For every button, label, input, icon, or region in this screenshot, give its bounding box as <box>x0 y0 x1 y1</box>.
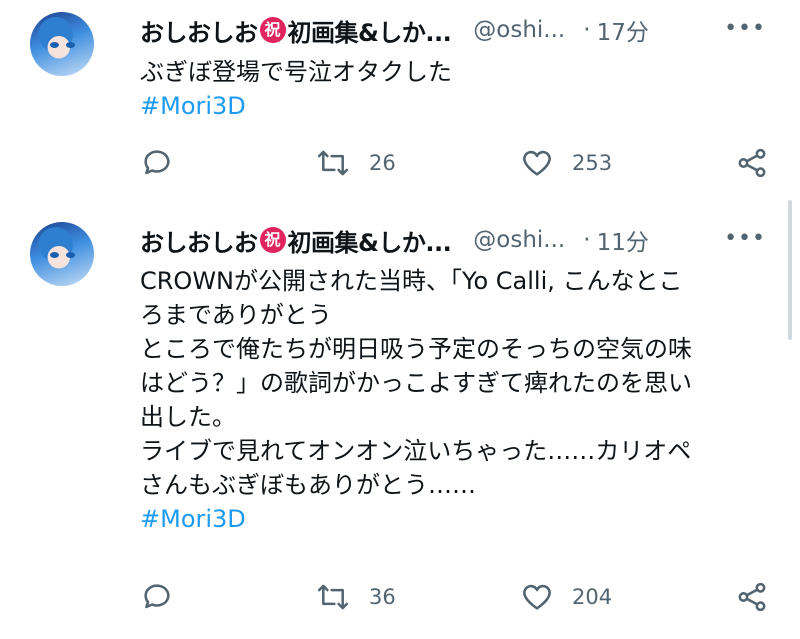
tweet-header: おしおしお 祝 初画集&しか... @oshi... · 11分 <box>140 223 649 258</box>
share-button[interactable] <box>735 146 769 180</box>
avatar[interactable] <box>30 12 94 76</box>
timestamp[interactable]: 11分 <box>597 223 649 257</box>
retweet-icon <box>317 584 349 610</box>
action-bar: 26 253 <box>140 146 780 186</box>
celebration-badge: 祝 <box>259 227 286 253</box>
retweet-count: 36 <box>369 585 396 609</box>
avatar[interactable] <box>30 222 94 286</box>
reply-icon <box>144 584 170 609</box>
action-bar: 36 204 <box>140 580 780 620</box>
tweet-line: ライブで見れてオンオン泣いちゃった……カリオペ <box>140 437 692 465</box>
reply-button[interactable] <box>140 580 192 614</box>
more-icon[interactable]: ••• <box>724 226 766 251</box>
author-name[interactable]: おしおしお <box>140 13 258 48</box>
timestamp[interactable]: 17分 <box>597 13 649 47</box>
scrollbar[interactable] <box>788 200 792 340</box>
tweet-line: 出した。 <box>140 403 236 431</box>
tweet[interactable]: おしおしお 祝 初画集&しか... @oshi... · 17分 ••• ぶぎぼ… <box>0 0 800 210</box>
tweet-line: はどう？」の歌詞がかっこよすぎて痺れたのを思い <box>140 369 692 397</box>
retweet-button[interactable]: 26 <box>315 146 396 180</box>
celebration-badge: 祝 <box>259 17 286 43</box>
share-button[interactable] <box>735 580 769 614</box>
like-count: 253 <box>572 151 613 175</box>
author-handle[interactable]: @oshi... <box>473 227 565 253</box>
tweet-line: ろまでありがとう <box>140 301 332 329</box>
tweet[interactable]: おしおしお 祝 初画集&しか... @oshi... · 11分 ••• CRO… <box>0 210 800 639</box>
tweet-header: おしおしお 祝 初画集&しか... @oshi... · 17分 <box>140 13 649 48</box>
tweet-text: ぶぎぼ登場で号泣オタクした #Mori3D <box>140 55 780 123</box>
tweet-line: ぶぎぼ登場で号泣オタクした <box>140 58 452 86</box>
author-name-suffix[interactable]: 初画集&しか... <box>288 223 452 258</box>
like-count: 204 <box>572 585 613 609</box>
more-icon[interactable]: ••• <box>724 16 766 41</box>
hashtag-link[interactable]: #Mori3D <box>140 502 780 536</box>
retweet-icon <box>317 150 349 176</box>
reply-icon <box>144 150 170 175</box>
reply-button[interactable] <box>140 146 192 180</box>
like-icon <box>523 584 551 610</box>
share-icon <box>738 582 766 612</box>
retweet-count: 26 <box>369 151 396 175</box>
like-button[interactable]: 253 <box>520 146 612 180</box>
like-button[interactable]: 204 <box>520 580 612 614</box>
tweet-line: ところで俺たちが明日吸う予定のそっちの空気の味 <box>140 335 692 363</box>
author-name-suffix[interactable]: 初画集&しか... <box>288 13 452 48</box>
author-name[interactable]: おしおしお <box>140 223 258 258</box>
tweet-line: さんもぶぎぼもありがとう…… <box>140 471 476 499</box>
retweet-button[interactable]: 36 <box>315 580 396 614</box>
hashtag-link[interactable]: #Mori3D <box>140 89 780 123</box>
author-handle[interactable]: @oshi... <box>473 17 565 43</box>
tweet-line: CROWNが公開された当時、「Yo Calli, こんなとこ <box>140 267 683 295</box>
like-icon <box>523 150 551 176</box>
tweet-text: CROWNが公開された当時、「Yo Calli, こんなとこ ろまでありがとう … <box>140 264 780 536</box>
share-icon <box>738 148 766 178</box>
separator-dot: · <box>583 17 591 43</box>
separator-dot: · <box>583 227 591 253</box>
